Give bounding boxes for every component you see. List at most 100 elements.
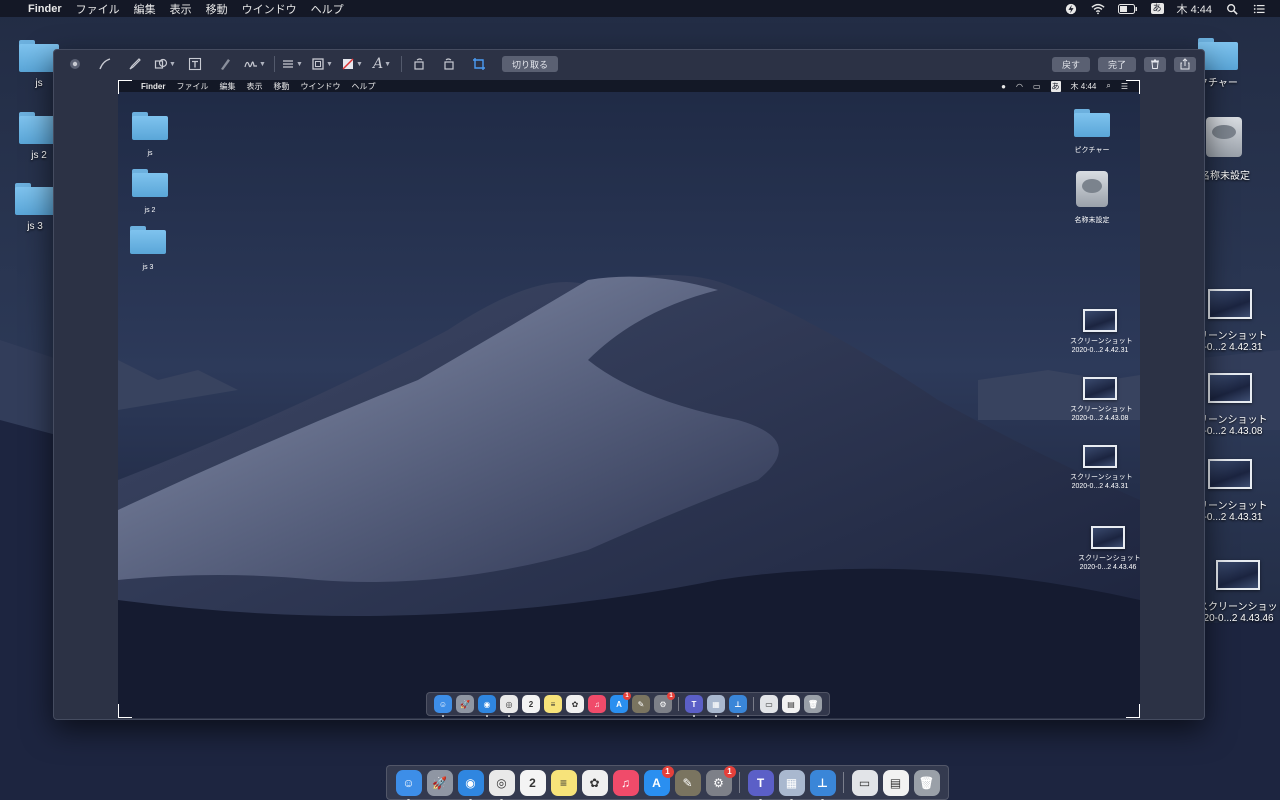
sketch-tool-icon[interactable] (94, 55, 116, 73)
screenshot-preview[interactable]: Finder ファイル 編集 表示 移動 ウインドウ ヘルプ ● ◠ ▭ あ 木… (118, 80, 1140, 718)
notification-badge: 1 (723, 765, 736, 778)
trash-icon[interactable]: 🗑 (913, 769, 940, 796)
menu-item-window[interactable]: ウインドウ (242, 1, 297, 17)
menu-clock[interactable]: 木 4:44 (1177, 1, 1212, 17)
menu-item-edit[interactable]: 編集 (134, 1, 156, 17)
close-window-button[interactable] (64, 55, 86, 73)
preview-item-label: js 2 (144, 207, 156, 214)
menu-app-name[interactable]: Finder (28, 3, 62, 15)
spotlight-search-icon[interactable] (1225, 3, 1239, 15)
battery-charging-icon: ● (1001, 81, 1006, 91)
desktop-screenshot-3[interactable]: リーンショット 0-0...2 4.43.31 (1198, 459, 1280, 523)
hard-drive-icon (1076, 171, 1108, 207)
battery-charging-icon[interactable] (1064, 3, 1078, 15)
safari-icon: ◉ (478, 695, 496, 717)
shapes-tool-icon[interactable]: ▼ (154, 55, 176, 73)
border-color-icon[interactable]: ▼ (311, 55, 333, 73)
crop-handle-bottom-left[interactable] (118, 704, 132, 718)
utility-icon: ✎ (632, 695, 650, 713)
desktop-item-label: 名称未設定 (1200, 171, 1250, 182)
crop-handle-top-right[interactable] (1126, 80, 1140, 94)
running-indicator (508, 715, 510, 717)
launchpad-glyph: 🚀 (460, 699, 470, 709)
menu-item-view[interactable]: 表示 (170, 1, 192, 17)
trash-icon[interactable] (1144, 56, 1166, 72)
menu-item-go[interactable]: 移動 (206, 1, 228, 17)
finder-icon[interactable]: ☺ (395, 769, 422, 800)
preview-item-label: 2020-0...2 4.43.31 (1071, 483, 1129, 490)
utility-icon[interactable]: ✎ (674, 769, 701, 796)
text-style-icon[interactable]: A ▼ (371, 55, 393, 73)
desktop-screenshot-2[interactable]: リーンショット 0-0...2 4.43.08 (1198, 373, 1280, 437)
rotate-right-icon[interactable] (438, 55, 460, 73)
markup-window: ▼ ▼ ▼ ▼ ▼ A ▼ 切り取る 戻す 完了 Finder ファイル 編集 … (53, 49, 1205, 720)
preview-screenshot-3: スクリーンショット 2020-0...2 4.43.31 (1070, 445, 1133, 491)
desktop-item-label: リーンショット (1198, 331, 1268, 342)
system-preferences-icon[interactable]: ⚙ 1 (705, 765, 736, 796)
notification-center-icon[interactable] (1252, 3, 1266, 15)
preview-icon[interactable]: ▦ (778, 769, 805, 800)
photos-icon[interactable]: ✿ (581, 769, 608, 796)
toolbar-divider (274, 56, 275, 72)
menu-bar: Finder ファイル 編集 表示 移動 ウインドウ ヘルプ あ 木 4:44 (0, 0, 1280, 17)
preview-item-label: 2020-0...2 4.43.08 (1071, 415, 1129, 422)
safari-glyph: ◉ (465, 775, 476, 790)
preview-item-label: スクリーンショット (1078, 555, 1140, 562)
screenshot-thumbnail-icon (1208, 459, 1252, 489)
desktop-screenshot-1[interactable]: リーンショット 0-0...2 4.42.31 (1198, 289, 1280, 353)
fill-color-icon[interactable]: ▼ (341, 55, 363, 73)
system-preferences-glyph: ⚙ (713, 775, 724, 790)
utility-glyph: ✎ (637, 699, 645, 709)
crop-button[interactable]: 切り取る (502, 56, 559, 72)
trash-icon: 🗑 (804, 695, 822, 713)
calendar-icon[interactable]: 2 (519, 769, 546, 796)
signature-tool-icon[interactable]: ▼ (244, 55, 266, 73)
spotlight-search-icon: ⌕ (1106, 81, 1111, 90)
desktop-drive-untitled[interactable]: 名称未設定 (1200, 117, 1280, 182)
launchpad-icon[interactable]: 🚀 (426, 769, 453, 796)
documents-stack-icon[interactable]: ▤ (882, 769, 909, 796)
menu-item-help[interactable]: ヘルプ (311, 1, 344, 17)
teams-icon[interactable]: T (747, 769, 774, 800)
notes-icon[interactable]: ≡ (550, 769, 577, 796)
desktop-screenshot-4[interactable]: スクリーンショット 020-0...2 4.43.46 (1198, 560, 1280, 624)
highlight-tool-icon[interactable] (214, 55, 236, 73)
documents-stack-glyph: ▤ (787, 699, 795, 709)
notification-badge: 1 (667, 692, 675, 700)
photos-icon: ✿ (566, 695, 584, 713)
safari-icon[interactable]: ◉ (457, 769, 484, 800)
app-store-icon[interactable]: A1 (643, 765, 674, 796)
crop-handle-bottom-right[interactable] (1126, 704, 1140, 718)
music-glyph: ♫ (594, 699, 600, 709)
photos-glyph: ✿ (571, 699, 579, 709)
music-icon[interactable]: ♫ (612, 769, 639, 796)
chevron-down-icon: ▼ (169, 60, 176, 68)
done-button[interactable]: 完了 (1097, 56, 1136, 72)
launchpad-icon: 🚀 (456, 695, 474, 713)
teams-glyph: T (756, 775, 765, 790)
chrome-icon[interactable]: ◎ (488, 769, 515, 800)
notes-glyph: ≡ (550, 699, 556, 709)
revert-button[interactable]: 戻す (1051, 56, 1090, 72)
finder-glyph: ☺ (438, 699, 448, 709)
wifi-icon[interactable] (1090, 3, 1105, 15)
battery-icon[interactable] (1117, 3, 1138, 14)
screenshot-thumbnail-icon (1208, 373, 1252, 403)
preview-item-label: スクリーンショット (1070, 338, 1133, 345)
preview-screenshot-4: スクリーンショット 2020-0...2 4.43.46 (1078, 526, 1140, 572)
input-source-icon[interactable]: あ (1150, 3, 1164, 14)
keynote-icon[interactable]: ⊥ (809, 769, 836, 800)
desktop-item-label: 0-0...2 4.43.08 (1198, 426, 1263, 437)
downloads-stack-icon[interactable]: ▭ (851, 769, 878, 796)
draw-tool-icon[interactable] (124, 55, 146, 73)
calendar-icon: 2 (522, 695, 540, 713)
crop-handle-top-left[interactable] (118, 80, 132, 94)
share-icon[interactable] (1174, 56, 1196, 72)
rotate-left-icon[interactable] (408, 55, 430, 73)
menu-item-file[interactable]: ファイル (76, 1, 120, 17)
teams-glyph: T (691, 699, 697, 709)
battery-icon: ▭ (1032, 81, 1041, 91)
line-style-icon[interactable]: ▼ (281, 55, 303, 73)
text-tool-icon[interactable] (184, 55, 206, 73)
crop-icon[interactable] (468, 55, 490, 73)
